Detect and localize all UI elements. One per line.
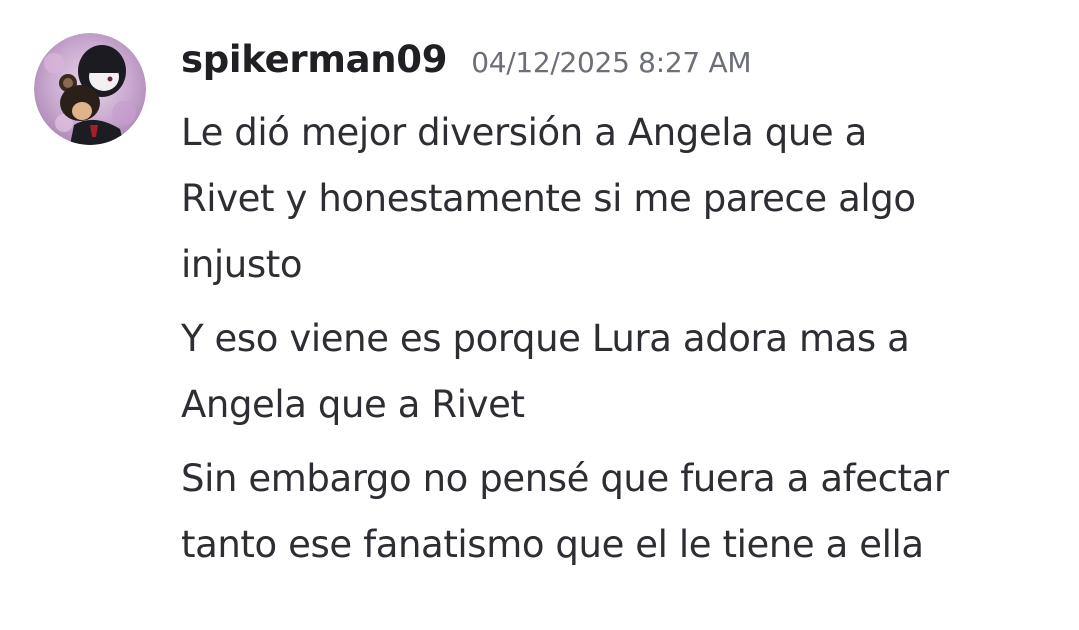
message-line-1: Le dió mejor diversión a Angela que a Ri… <box>181 111 916 286</box>
message-header: spikerman09 04/12/2025 8:27 AM <box>181 38 1059 100</box>
chat-message: spikerman09 04/12/2025 8:27 AM Le dió me… <box>0 0 1079 630</box>
message-content: spikerman09 04/12/2025 8:27 AM Le dió me… <box>181 38 1059 586</box>
avatar-image <box>34 33 146 145</box>
message-line-3: Sin embargo no pensé que fuera a afectar… <box>181 457 949 566</box>
message-timestamp[interactable]: 04/12/2025 8:27 AM <box>471 46 751 79</box>
message-line-2: Y eso viene es porque Lura adora mas a A… <box>181 317 910 426</box>
user-avatar-icon[interactable] <box>34 33 146 145</box>
author-name[interactable]: spikerman09 <box>181 38 448 81</box>
